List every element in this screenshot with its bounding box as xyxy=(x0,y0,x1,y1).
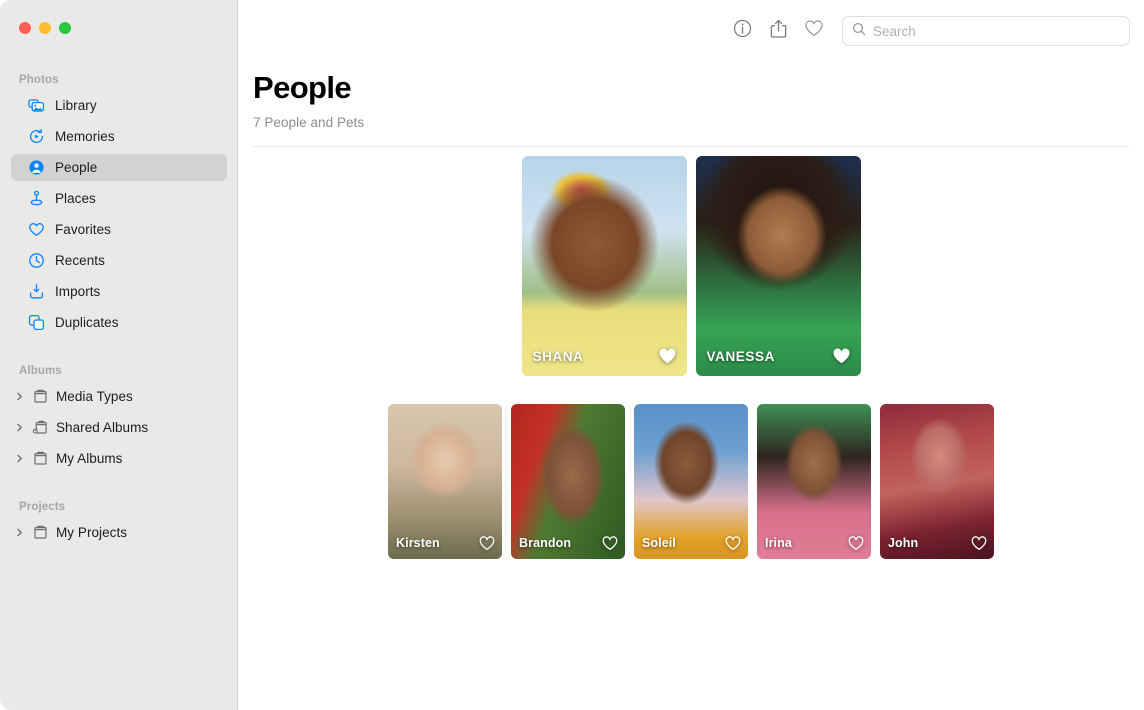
chevron-right-icon[interactable] xyxy=(14,527,25,538)
sidebar-item-label: Library xyxy=(55,98,97,113)
person-tile[interactable]: Irina xyxy=(757,404,871,559)
person-tile-footer: VANESSA xyxy=(696,336,861,376)
favorite-heart-outline-icon[interactable] xyxy=(602,536,618,551)
person-tile[interactable]: SHANA xyxy=(522,156,687,376)
people-grid: SHANA VANESSA xyxy=(238,147,1144,559)
person-tile-footer: Brandon xyxy=(511,527,625,559)
person-tile-footer: Kirsten xyxy=(388,527,502,559)
heart-outline-icon xyxy=(804,19,824,43)
minimize-button[interactable] xyxy=(39,22,51,34)
sidebar-item-shared-albums[interactable]: Shared Albums xyxy=(11,414,227,441)
sidebar-item-media-types[interactable]: Media Types xyxy=(11,383,227,410)
sidebar-item-my-projects[interactable]: My Projects xyxy=(11,519,227,546)
person-name: VANESSA xyxy=(707,349,775,364)
other-people-row: Kirsten Brandon xyxy=(238,404,1144,559)
sidebar-item-label: Favorites xyxy=(55,222,111,237)
sidebar-section-albums-label: Albums xyxy=(0,340,238,383)
page-header: People 7 People and Pets xyxy=(238,62,1144,130)
sidebar-item-label: Places xyxy=(55,191,96,206)
person-tile[interactable]: Kirsten xyxy=(388,404,502,559)
library-icon xyxy=(28,97,45,114)
share-button[interactable] xyxy=(760,16,796,46)
person-name: SHANA xyxy=(533,349,584,364)
photos-window: Photos Library xyxy=(0,0,1144,710)
search-icon xyxy=(852,22,866,41)
chevron-right-icon[interactable] xyxy=(14,391,25,402)
sidebar-item-label: Duplicates xyxy=(55,315,119,330)
chevron-right-icon[interactable] xyxy=(14,453,25,464)
sidebar-item-duplicates[interactable]: Duplicates xyxy=(11,309,227,336)
person-tile-footer: Irina xyxy=(757,527,871,559)
sidebar-item-label: Memories xyxy=(55,129,115,144)
share-icon xyxy=(769,19,788,44)
favorite-heart-outline-icon[interactable] xyxy=(848,536,864,551)
album-icon xyxy=(32,388,49,405)
sidebar-item-label: Recents xyxy=(55,253,105,268)
sidebar-item-favorites[interactable]: Favorites xyxy=(11,216,227,243)
clock-icon xyxy=(28,252,45,269)
sidebar-item-label: My Projects xyxy=(56,525,127,540)
favorite-heart-filled-icon[interactable] xyxy=(658,347,677,365)
sidebar-item-imports[interactable]: Imports xyxy=(11,278,227,305)
favorite-button[interactable] xyxy=(796,16,832,46)
sidebar-section-photos-label: Photos xyxy=(0,31,238,92)
featured-people-row: SHANA VANESSA xyxy=(238,156,1144,376)
zoom-button[interactable] xyxy=(59,22,71,34)
info-icon xyxy=(733,19,752,43)
page-title: People xyxy=(253,70,1144,106)
chevron-right-icon[interactable] xyxy=(14,422,25,433)
favorite-heart-outline-icon[interactable] xyxy=(479,536,495,551)
sidebar-item-library[interactable]: Library xyxy=(11,92,227,119)
sidebar-item-label: Imports xyxy=(55,284,100,299)
toolbar: Search xyxy=(238,0,1144,62)
duplicates-icon xyxy=(28,314,45,331)
person-tile[interactable]: Brandon xyxy=(511,404,625,559)
people-icon xyxy=(28,159,45,176)
person-tile[interactable]: John xyxy=(880,404,994,559)
sidebar-item-label: Shared Albums xyxy=(56,420,148,435)
traffic-lights xyxy=(0,0,238,31)
album-icon xyxy=(32,450,49,467)
heart-icon xyxy=(28,221,45,238)
sidebar-section-projects-list: My Projects xyxy=(0,519,238,546)
page-subtitle: 7 People and Pets xyxy=(253,106,1144,130)
sidebar-item-label: People xyxy=(55,160,97,175)
person-name: Irina xyxy=(765,536,792,550)
person-name: Brandon xyxy=(519,536,571,550)
person-tile-footer: John xyxy=(880,527,994,559)
sidebar-item-places[interactable]: Places xyxy=(11,185,227,212)
sidebar-item-label: Media Types xyxy=(56,389,133,404)
main-content: Search People 7 People and Pets SHANA xyxy=(238,0,1144,710)
sidebar-item-memories[interactable]: Memories xyxy=(11,123,227,150)
sidebar-item-my-albums[interactable]: My Albums xyxy=(11,445,227,472)
sidebar-section-albums-list: Media Types Shared xyxy=(0,383,238,472)
sidebar-section-photos-list: Library Memories xyxy=(0,92,238,336)
close-button[interactable] xyxy=(19,22,31,34)
favorite-heart-filled-icon[interactable] xyxy=(832,347,851,365)
person-name: John xyxy=(888,536,918,550)
info-button[interactable] xyxy=(724,16,760,46)
album-icon xyxy=(32,524,49,541)
sidebar-item-people[interactable]: People xyxy=(11,154,227,181)
places-icon xyxy=(28,190,45,207)
person-tile[interactable]: VANESSA xyxy=(696,156,861,376)
person-tile-footer: Soleil xyxy=(634,527,748,559)
search-field[interactable]: Search xyxy=(842,16,1130,46)
favorite-heart-outline-icon[interactable] xyxy=(971,536,987,551)
person-name: Soleil xyxy=(642,536,676,550)
person-tile-footer: SHANA xyxy=(522,336,687,376)
sidebar-item-label: My Albums xyxy=(56,451,122,466)
search-placeholder: Search xyxy=(873,24,916,39)
shared-album-icon xyxy=(32,419,49,436)
person-tile[interactable]: Soleil xyxy=(634,404,748,559)
favorite-heart-outline-icon[interactable] xyxy=(725,536,741,551)
memories-icon xyxy=(28,128,45,145)
sidebar-item-recents[interactable]: Recents xyxy=(11,247,227,274)
import-icon xyxy=(28,283,45,300)
person-name: Kirsten xyxy=(396,536,440,550)
sidebar-section-projects-label: Projects xyxy=(0,476,238,519)
sidebar: Photos Library xyxy=(0,0,238,710)
